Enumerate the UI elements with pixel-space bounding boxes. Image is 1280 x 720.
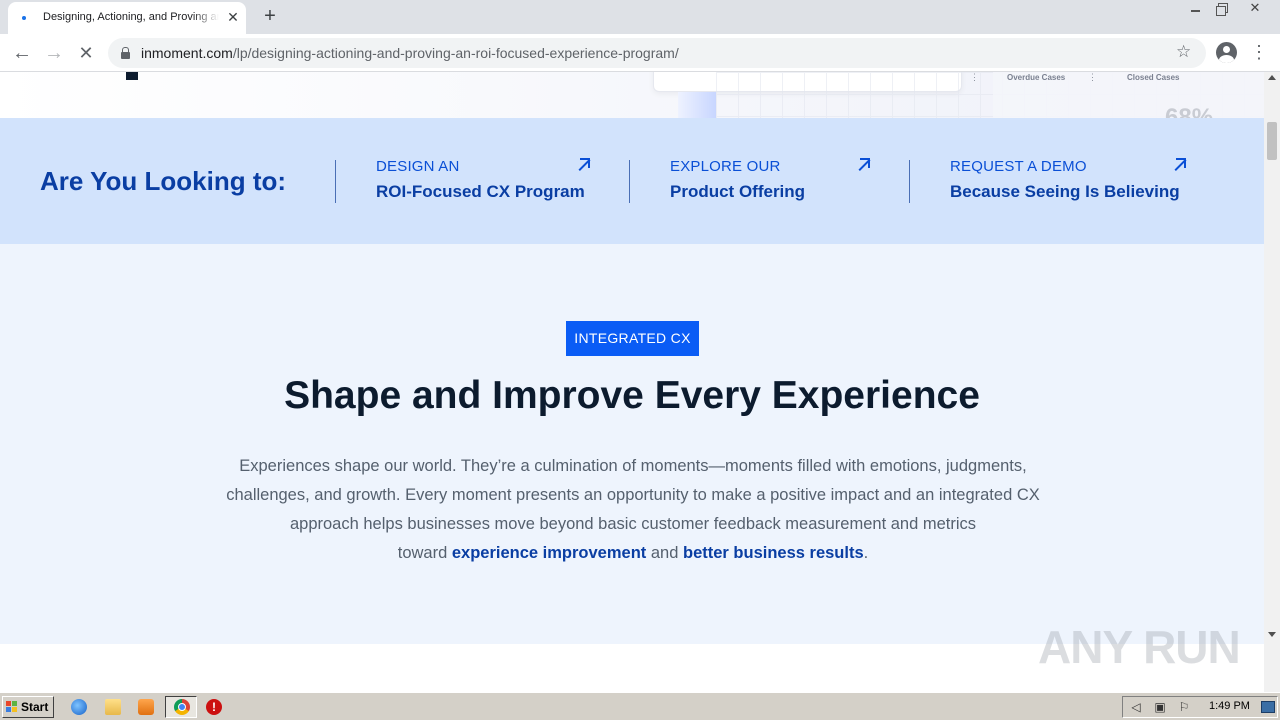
cta-navigation-band: Are You Looking to: DESIGN AN ROI-Focuse… <box>0 118 1264 244</box>
action-center-flag-icon[interactable]: ⚐ <box>1177 700 1191 714</box>
volume-icon[interactable]: ◁ <box>1129 700 1143 714</box>
cta-divider <box>629 160 630 203</box>
scroll-thumb[interactable] <box>1267 122 1277 160</box>
body-line: Experiences shape our world. They’re a c… <box>239 457 1027 475</box>
internet-explorer-icon[interactable] <box>71 699 87 715</box>
forward-button[interactable]: → <box>41 40 67 66</box>
cta-link-request-demo[interactable]: REQUEST A DEMO Because Seeing Is Believi… <box>950 158 1180 202</box>
loading-favicon-icon <box>22 16 26 20</box>
new-tab-button[interactable]: + <box>258 5 282 29</box>
window-minimize-button[interactable] <box>1183 0 1209 18</box>
chrome-icon <box>174 699 190 715</box>
address-bar[interactable]: inmoment.com/lp/designing-actioning-and-… <box>108 38 1206 68</box>
closed-cases-label: Closed Cases <box>1127 73 1180 82</box>
cta-eyebrow: DESIGN AN <box>376 158 460 175</box>
browser-tab-strip: Designing, Actioning, and Proving an ROI… <box>0 0 1280 34</box>
browser-menu-icon[interactable]: ⋮ <box>1250 42 1268 64</box>
hero-remnant: ⋮ Overdue Cases ⋮ Closed Cases 68% <box>0 72 1264 118</box>
cta-eyebrow: REQUEST A DEMO <box>950 158 1087 175</box>
account-avatar-icon[interactable] <box>1216 42 1237 63</box>
cta-link-explore-products[interactable]: EXPLORE OUR Product Offering <box>670 158 805 202</box>
browser-toolbar: ← → ✕ inmoment.com/lp/designing-actionin… <box>0 34 1280 72</box>
section-body: Experiences shape our world. They’re a c… <box>200 452 1066 568</box>
page-viewport: ⋮ Overdue Cases ⋮ Closed Cases 68% Are Y… <box>0 72 1264 692</box>
body-text-and: and <box>646 544 683 562</box>
url-domain: inmoment.com <box>141 45 233 61</box>
cta-divider <box>335 160 336 203</box>
arrow-up-right-icon[interactable] <box>1172 158 1186 172</box>
hero-decor-square <box>126 72 138 80</box>
experience-improvement-link[interactable]: experience improvement <box>452 544 646 562</box>
stop-loading-button[interactable]: ✕ <box>73 40 99 66</box>
scroll-up-arrow-icon[interactable] <box>1268 75 1276 80</box>
antivirus-alert-icon[interactable] <box>206 699 222 715</box>
cta-title: ROI-Focused CX Program <box>376 182 585 201</box>
arrow-up-right-icon[interactable] <box>856 158 870 172</box>
tab-title: Designing, Actioning, and Proving an ROI… <box>43 11 219 23</box>
start-label: Start <box>21 700 49 714</box>
hero-kebab-icon: ⋮ <box>970 72 979 82</box>
body-line: approach helps businesses move beyond ba… <box>289 515 977 533</box>
body-text-toward: toward <box>397 544 452 562</box>
back-button[interactable]: ← <box>9 40 35 66</box>
cta-divider <box>909 160 910 203</box>
bookmark-star-icon[interactable]: ☆ <box>1176 42 1191 62</box>
network-icon[interactable]: ▣ <box>1153 700 1167 714</box>
url-path: /lp/designing-actioning-and-proving-an-r… <box>232 45 679 61</box>
cta-title: Because Seeing Is Believing <box>950 182 1180 201</box>
windows-logo-icon <box>6 701 18 713</box>
cta-heading: Are You Looking to: <box>40 166 287 196</box>
window-close-button[interactable]: ✕ <box>1238 0 1272 18</box>
body-text-period: . <box>863 544 869 562</box>
media-player-icon[interactable] <box>138 699 154 715</box>
cta-title: Product Offering <box>670 182 806 201</box>
url-text[interactable]: inmoment.com/lp/designing-actioning-and-… <box>141 45 679 61</box>
show-desktop-icon[interactable] <box>1261 701 1275 713</box>
scroll-down-arrow-icon[interactable] <box>1268 632 1276 637</box>
page-scrollbar[interactable] <box>1264 72 1280 692</box>
cta-eyebrow: EXPLORE OUR <box>670 158 781 175</box>
overdue-cases-label: Overdue Cases <box>1007 73 1066 82</box>
arrow-up-right-icon[interactable] <box>576 158 590 172</box>
body-line: challenges, and growth. Every moment pre… <box>226 486 1040 504</box>
file-explorer-icon[interactable] <box>105 699 121 715</box>
taskbar-clock[interactable]: 1:49 PM <box>1209 700 1250 712</box>
start-button[interactable]: Start <box>2 696 54 718</box>
integrated-cx-section: INTEGRATED CX Shape and Improve Every Ex… <box>0 244 1264 644</box>
section-title: Shape and Improve Every Experience <box>284 374 980 417</box>
browser-tab-active[interactable]: Designing, Actioning, and Proving an ROI… <box>8 2 246 34</box>
tab-close-icon[interactable]: ✕ <box>226 9 240 25</box>
taskbar-chrome-button[interactable] <box>165 696 197 718</box>
integrated-cx-badge: INTEGRATED CX <box>566 321 699 356</box>
lock-icon[interactable] <box>121 47 130 59</box>
hero-kebab-icon-2: ⋮ <box>1088 72 1097 82</box>
system-tray: ◁ ▣ ⚐ 1:49 PM <box>1122 696 1278 718</box>
windows-taskbar: Start ◁ ▣ ⚐ 1:49 PM <box>0 692 1280 720</box>
cta-link-design-program[interactable]: DESIGN AN ROI-Focused CX Program <box>376 158 585 202</box>
business-results-link[interactable]: better business results <box>683 544 864 562</box>
anyrun-watermark: ANY RUN <box>1038 614 1241 674</box>
watermark-text: ANY RUN <box>1038 621 1241 673</box>
window-restore-button[interactable] <box>1209 0 1235 18</box>
hero-percent-value: 68% <box>1165 104 1214 118</box>
hero-blue-glow <box>678 92 716 118</box>
